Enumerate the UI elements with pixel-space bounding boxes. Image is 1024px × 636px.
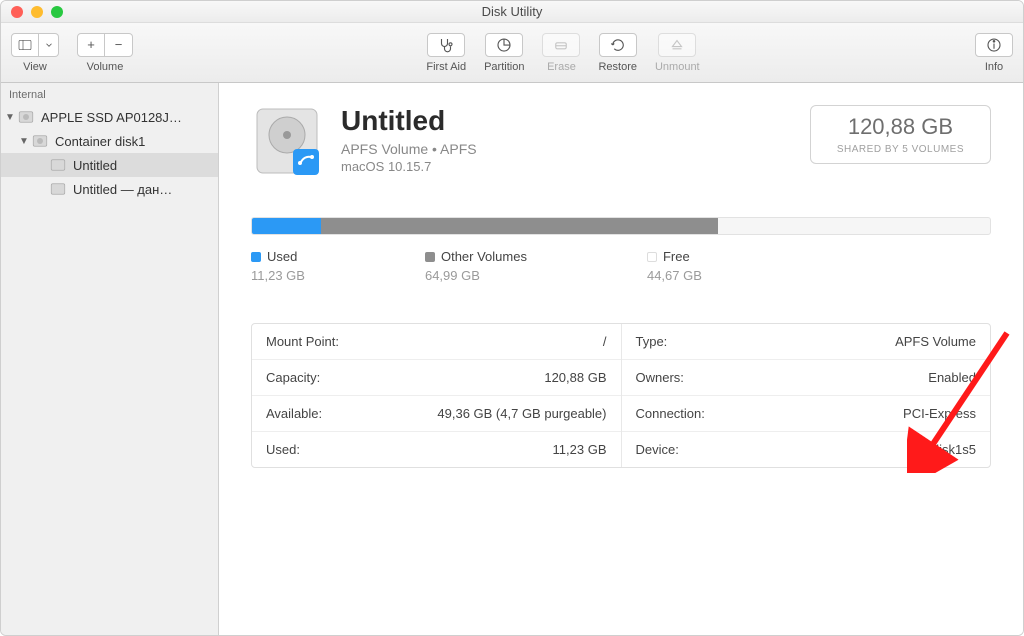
sidebar-item-label: Untitled — дан…: [73, 182, 172, 197]
legend-free-label: Free: [663, 249, 690, 264]
volume-icon: [49, 156, 67, 174]
details-key: Type:: [636, 334, 668, 349]
unmount-label: Unmount: [655, 61, 700, 73]
first-aid-button[interactable]: [427, 33, 465, 57]
volume-add-button[interactable]: +: [77, 33, 105, 57]
view-label: View: [23, 61, 47, 73]
details-row: Available: 49,36 GB (4,7 GB purgeable): [252, 395, 621, 431]
details-value: 120,88 GB: [544, 370, 606, 385]
details-value: /: [603, 334, 607, 349]
titlebar: Disk Utility: [1, 1, 1023, 23]
sidebar-item-label: APPLE SSD AP0128J…: [41, 110, 182, 125]
volume-os-version: macOS 10.15.7: [341, 159, 810, 174]
details-value: 49,36 GB (4,7 GB purgeable): [437, 406, 606, 421]
container-disk-icon: [31, 132, 49, 150]
legend-free-value: 44,67 GB: [647, 268, 702, 283]
erase-button[interactable]: [542, 33, 580, 57]
usage-bar-other-segment: [321, 218, 718, 234]
info-button[interactable]: [975, 33, 1013, 57]
legend-free: Free 44,67 GB: [647, 249, 702, 283]
stethoscope-icon: [437, 36, 455, 54]
details-table: Mount Point: / Capacity: 120,88 GB Available…: [251, 323, 991, 468]
disclosure-triangle-icon[interactable]: ▼: [5, 112, 15, 123]
sidebar: Internal ▼ APPLE SSD AP0128J… ▼ Containe…: [1, 83, 219, 635]
content: Untitled APFS Volume • APFS macOS 10.15.…: [219, 83, 1023, 635]
usage-bar: [251, 217, 991, 235]
volume-icon: [49, 180, 67, 198]
sidebar-item-untitled-data[interactable]: Untitled — дан…: [1, 177, 218, 201]
volume-label: Volume: [87, 61, 124, 73]
partition-label: Partition: [484, 61, 524, 73]
details-key: Device:: [636, 442, 679, 457]
toolbar: View + − Volume First Aid Partition: [1, 23, 1023, 83]
volume-remove-button[interactable]: −: [105, 33, 133, 57]
drive-volume-icon: [251, 105, 323, 177]
details-key: Used:: [266, 442, 300, 457]
sidebar-section-header: Internal: [1, 83, 218, 105]
view-dropdown-button[interactable]: [39, 33, 59, 57]
chevron-down-icon: [44, 40, 54, 50]
volume-subtitle: APFS Volume • APFS: [341, 141, 810, 157]
legend-used: Used 11,23 GB: [251, 249, 305, 283]
capacity-subtitle: SHARED BY 5 VOLUMES: [837, 144, 964, 155]
details-key: Owners:: [636, 370, 684, 385]
details-row: Mount Point: /: [252, 324, 621, 359]
sidebar-item-ssd[interactable]: ▼ APPLE SSD AP0128J…: [1, 105, 218, 129]
partition-button[interactable]: [485, 33, 523, 57]
window-title: Disk Utility: [1, 4, 1023, 19]
details-row: Capacity: 120,88 GB: [252, 359, 621, 395]
details-row: Used: 11,23 GB: [252, 431, 621, 467]
volume-name: Untitled: [341, 105, 810, 137]
capacity-box: 120,88 GB SHARED BY 5 VOLUMES: [810, 105, 991, 164]
usage-bar-used-segment: [252, 218, 321, 234]
restore-label: Restore: [598, 61, 637, 73]
sidebar-item-label: Container disk1: [55, 134, 145, 149]
erase-label: Erase: [547, 61, 576, 73]
legend-used-label: Used: [267, 249, 297, 264]
legend-other-value: 64,99 GB: [425, 268, 527, 283]
first-aid-label: First Aid: [426, 61, 466, 73]
internal-disk-icon: [17, 108, 35, 126]
sidebar-icon: [17, 37, 33, 53]
sidebar-item-label: Untitled: [73, 158, 117, 173]
eraser-icon: [552, 36, 570, 54]
restore-button[interactable]: [599, 33, 637, 57]
disclosure-triangle-icon[interactable]: ▼: [19, 136, 29, 147]
sidebar-item-untitled[interactable]: Untitled: [1, 153, 218, 177]
unmount-button[interactable]: [658, 33, 696, 57]
details-key: Connection:: [636, 406, 705, 421]
details-key: Capacity:: [266, 370, 320, 385]
eject-icon: [668, 36, 686, 54]
view-sidebar-button[interactable]: [11, 33, 39, 57]
info-icon: [985, 36, 1003, 54]
capacity-size: 120,88 GB: [837, 114, 964, 140]
restore-icon: [609, 36, 627, 54]
legend-other-label: Other Volumes: [441, 249, 527, 264]
legend-other: Other Volumes 64,99 GB: [425, 249, 527, 283]
sidebar-item-container[interactable]: ▼ Container disk1: [1, 129, 218, 153]
pie-icon: [495, 36, 513, 54]
details-key: Mount Point:: [266, 334, 339, 349]
annotation-arrow: [907, 323, 1017, 478]
details-key: Available:: [266, 406, 322, 421]
legend-used-value: 11,23 GB: [251, 268, 305, 283]
info-label: Info: [985, 61, 1003, 73]
details-value: 11,23 GB: [553, 442, 607, 457]
